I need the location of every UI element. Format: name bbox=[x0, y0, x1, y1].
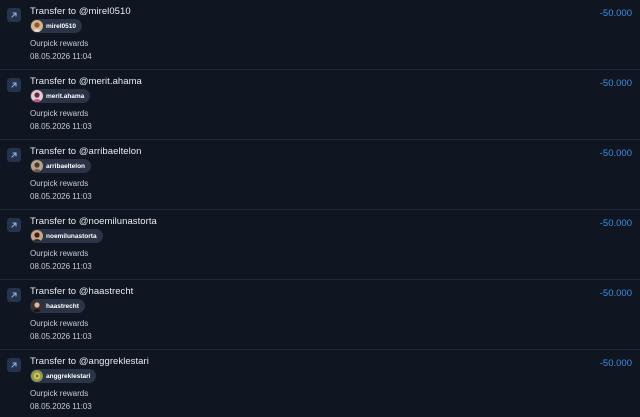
outgoing-arrow-icon bbox=[7, 288, 21, 302]
user-chip[interactable]: mirel0510 bbox=[30, 19, 82, 33]
avatar bbox=[31, 20, 43, 32]
transaction-title: Transfer to @haastrecht bbox=[30, 286, 134, 297]
transaction-row[interactable]: Transfer to @mirel0510 mirel0510 Ourpick… bbox=[0, 0, 640, 70]
transaction-description: Ourpick rewards bbox=[30, 179, 89, 188]
user-chip[interactable]: anggreklestari bbox=[30, 369, 97, 383]
transaction-date: 08.05.2026 11:03 bbox=[30, 122, 92, 131]
transaction-row[interactable]: Transfer to @anggreklestari anggreklesta… bbox=[0, 350, 640, 417]
user-chip[interactable]: noemilunastorta bbox=[30, 229, 103, 243]
transaction-date: 08.05.2026 11:03 bbox=[30, 262, 92, 271]
outgoing-arrow-icon bbox=[7, 8, 21, 22]
transaction-title: Transfer to @merit.ahama bbox=[30, 76, 142, 87]
transaction-description: Ourpick rewards bbox=[30, 39, 89, 48]
transaction-row[interactable]: Transfer to @merit.ahama merit.ahama Our… bbox=[0, 70, 640, 140]
avatar bbox=[31, 230, 43, 242]
transaction-description: Ourpick rewards bbox=[30, 389, 89, 398]
transaction-amount: -50.000 bbox=[599, 8, 632, 19]
username-label: mirel0510 bbox=[46, 22, 76, 30]
transaction-amount: -50.000 bbox=[599, 288, 632, 299]
username-label: merit.ahama bbox=[46, 92, 85, 100]
transaction-title: Transfer to @mirel0510 bbox=[30, 6, 131, 17]
transaction-date: 08.05.2026 11:03 bbox=[30, 402, 92, 411]
transaction-row[interactable]: Transfer to @haastrecht haastrecht Ourpi… bbox=[0, 280, 640, 350]
user-chip[interactable]: arribaeltelon bbox=[30, 159, 92, 173]
transaction-amount: -50.000 bbox=[599, 148, 632, 159]
transaction-description: Ourpick rewards bbox=[30, 249, 89, 258]
transaction-date: 08.05.2026 11:03 bbox=[30, 192, 92, 201]
transaction-title: Transfer to @arribaeltelon bbox=[30, 146, 142, 157]
username-label: arribaeltelon bbox=[46, 162, 86, 170]
transaction-amount: -50.000 bbox=[599, 218, 632, 229]
transaction-amount: -50.000 bbox=[599, 78, 632, 89]
username-label: noemilunastorta bbox=[46, 232, 97, 240]
username-label: anggreklestari bbox=[46, 372, 91, 380]
transaction-row[interactable]: Transfer to @noemilunastorta noemilunast… bbox=[0, 210, 640, 280]
transaction-amount: -50.000 bbox=[599, 358, 632, 369]
user-chip[interactable]: haastrecht bbox=[30, 299, 85, 313]
outgoing-arrow-icon bbox=[7, 358, 21, 372]
transaction-date: 08.05.2026 11:04 bbox=[30, 52, 92, 61]
transaction-description: Ourpick rewards bbox=[30, 319, 89, 328]
transaction-title: Transfer to @anggreklestari bbox=[30, 356, 149, 367]
avatar bbox=[31, 90, 43, 102]
avatar bbox=[31, 300, 43, 312]
outgoing-arrow-icon bbox=[7, 148, 21, 162]
avatar bbox=[31, 160, 43, 172]
outgoing-arrow-icon bbox=[7, 218, 21, 232]
transaction-title: Transfer to @noemilunastorta bbox=[30, 216, 157, 227]
outgoing-arrow-icon bbox=[7, 78, 21, 92]
transaction-description: Ourpick rewards bbox=[30, 109, 89, 118]
user-chip[interactable]: merit.ahama bbox=[30, 89, 91, 103]
avatar bbox=[31, 370, 43, 382]
username-label: haastrecht bbox=[46, 302, 79, 310]
transaction-date: 08.05.2026 11:03 bbox=[30, 332, 92, 341]
transaction-row[interactable]: Transfer to @arribaeltelon arribaeltelon… bbox=[0, 140, 640, 210]
transaction-list: Transfer to @mirel0510 mirel0510 Ourpick… bbox=[0, 0, 640, 417]
